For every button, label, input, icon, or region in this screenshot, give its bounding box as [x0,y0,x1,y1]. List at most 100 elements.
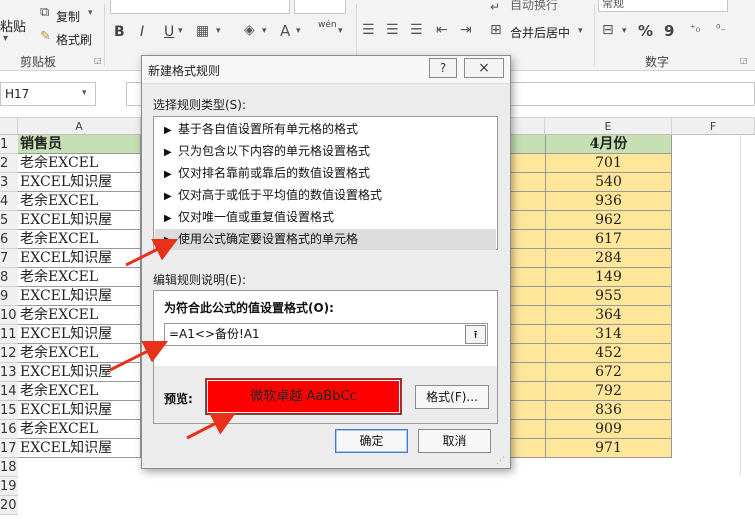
row-number[interactable]: 6 [0,230,18,249]
align-left-icon[interactable]: ☰ [362,22,375,38]
chevron-down-icon[interactable]: ▾ [262,26,267,36]
row-number[interactable]: 8 [0,268,18,287]
rule-type-item[interactable]: ▶ 仅对排名靠前或靠后的数值设置格式 [155,163,496,184]
cell-partial[interactable] [510,439,545,458]
cell-partial[interactable] [510,420,545,439]
row-number[interactable]: 15 [0,401,18,420]
cancel-button[interactable]: 取消 [418,429,491,453]
bold-button[interactable]: B [114,24,125,40]
underline-button[interactable]: U [164,24,174,40]
cell-salesperson[interactable]: 老余EXCEL [18,306,141,325]
percent-button[interactable]: % [638,22,653,40]
row-number[interactable]: 18 [0,458,18,477]
merge-center-button[interactable]: 合并后居中 [510,24,570,41]
dialog-launcher-icon[interactable]: ◲ [94,56,102,65]
cell-salesperson[interactable]: 老余EXCEL [18,268,141,287]
chevron-down-icon[interactable]: ▾ [338,26,343,36]
row-number[interactable]: 3 [0,173,18,192]
row-number[interactable]: 5 [0,211,18,230]
cell-april-value[interactable]: 364 [545,306,672,325]
cell-partial[interactable] [510,325,545,344]
cell-april-value[interactable]: 284 [545,249,672,268]
row-number[interactable]: 1 [0,135,18,154]
cell-salesperson[interactable]: 老余EXCEL [18,230,141,249]
chevron-down-icon[interactable]: ▾ [3,33,8,44]
decrease-decimal-icon[interactable]: ⁰₋ [716,22,726,35]
row-number[interactable]: 19 [0,477,18,496]
cell-april-value[interactable]: 836 [545,401,672,420]
chevron-down-icon[interactable]: ▾ [216,26,221,36]
cell-april-value[interactable]: 540 [545,173,672,192]
row-number[interactable]: 11 [0,325,18,344]
cell-partial[interactable] [510,287,545,306]
font-size-box[interactable] [294,0,346,14]
cell-salesperson[interactable]: 老余EXCEL [18,382,141,401]
cell-partial[interactable] [510,192,545,211]
cell-partial[interactable] [510,135,545,154]
rule-type-item[interactable]: ▶ 只为包含以下内容的单元格设置格式 [155,141,496,162]
header-cell-salesperson[interactable]: 销售员 [18,135,141,154]
column-header-e[interactable]: E [545,118,672,135]
cell-april-value[interactable]: 792 [545,382,672,401]
align-right-icon[interactable]: ☰ [410,22,423,38]
cell-partial[interactable] [510,154,545,173]
cell-partial[interactable] [510,211,545,230]
chevron-down-icon[interactable]: ▾ [622,26,627,36]
cell-salesperson[interactable]: EXCEL知识屋 [18,211,141,230]
rule-type-list[interactable]: ▶ 基于各自值设置所有单元格的格式 ▶ 只为包含以下内容的单元格设置格式 ▶ 仅对排名靠前… [153,116,498,250]
collapse-dialog-button[interactable]: ⭱ [465,325,486,344]
rule-formula-input[interactable]: =A1<>备份!A1 [164,323,488,346]
currency-icon[interactable]: ⊟ [602,22,614,38]
cell-partial[interactable] [510,363,545,382]
cell-partial[interactable] [510,306,545,325]
cell-april-value[interactable]: 672 [545,363,672,382]
row-number[interactable]: 9 [0,287,18,306]
row-number[interactable]: 14 [0,382,18,401]
resize-grip-icon[interactable]: ⋰ [496,456,505,466]
cell-april-value[interactable]: 617 [545,230,672,249]
number-format-select[interactable]: 常规 [598,0,728,12]
chevron-down-icon[interactable]: ▾ [88,8,93,18]
rule-type-item[interactable]: ▶ 使用公式确定要设置格式的单元格 [155,229,496,250]
row-number[interactable]: 20 [0,496,18,515]
cell-salesperson[interactable]: EXCEL知识屋 [18,401,141,420]
cell-partial[interactable] [510,268,545,287]
select-all-corner[interactable] [0,118,18,135]
increase-decimal-icon[interactable]: ⁺₀ [690,22,700,35]
dialog-launcher-icon[interactable]: ◲ [740,56,748,65]
ok-button[interactable]: 确定 [335,429,408,453]
chevron-down-icon[interactable]: ▾ [578,26,583,36]
dialog-titlebar[interactable]: 新建格式规则 ? × [142,56,510,84]
cell-salesperson[interactable]: EXCEL知识屋 [18,325,141,344]
cell-partial[interactable] [510,173,545,192]
phonetic-button[interactable]: wén [318,20,337,30]
copy-button[interactable]: 复制 [56,8,80,25]
column-header-a[interactable]: A [18,118,141,135]
cell-partial[interactable] [510,401,545,420]
chevron-down-icon[interactable]: ▾ [82,88,87,98]
cell-partial[interactable] [510,249,545,268]
cell-april-value[interactable]: 955 [545,287,672,306]
help-button[interactable]: ? [429,58,457,78]
cell-april-value[interactable]: 909 [545,420,672,439]
chevron-down-icon[interactable]: ▾ [178,26,183,36]
chevron-down-icon[interactable]: ▾ [296,26,301,36]
cell-april-value[interactable]: 962 [545,211,672,230]
cell-partial[interactable] [510,382,545,401]
cell-salesperson[interactable]: EXCEL知识屋 [18,287,141,306]
fill-color-icon[interactable]: ◈ [244,22,255,38]
row-number[interactable]: 16 [0,420,18,439]
cell-salesperson[interactable]: 老余EXCEL [18,192,141,211]
wrap-text-button[interactable]: 自动换行 [510,0,558,13]
row-number[interactable]: 13 [0,363,18,382]
row-number[interactable]: 2 [0,154,18,173]
format-button[interactable]: 格式(F)... [415,385,489,409]
cell-april-value[interactable]: 452 [545,344,672,363]
font-color-icon[interactable]: A [280,22,290,40]
close-button[interactable]: × [464,58,504,78]
cell-salesperson[interactable]: 老余EXCEL [18,420,141,439]
cell-salesperson[interactable]: 老余EXCEL [18,344,141,363]
cell-april-value[interactable]: 936 [545,192,672,211]
row-number[interactable]: 12 [0,344,18,363]
cell-salesperson[interactable]: EXCEL知识屋 [18,363,141,382]
